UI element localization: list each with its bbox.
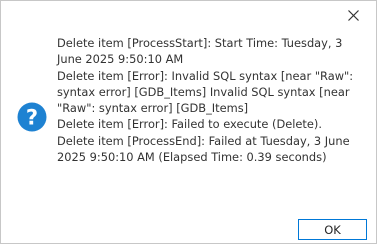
message-line: Delete item [Error]: Failed to execute (…: [57, 117, 322, 132]
close-button[interactable]: [342, 4, 364, 26]
close-icon: [347, 9, 359, 21]
message-line: Delete item [Error]: Invalid SQL syntax …: [57, 68, 354, 116]
message-line: Delete item [ProcessEnd]: Failed at Tues…: [57, 133, 350, 165]
question-icon: ?: [17, 102, 47, 132]
message-text: Delete item [ProcessStart]: Start Time: …: [57, 35, 357, 165]
message-dialog: ? Delete item [ProcessStart]: Start Time…: [0, 0, 377, 244]
svg-text:?: ?: [26, 106, 38, 130]
message-line: Delete item [ProcessStart]: Start Time: …: [57, 36, 343, 67]
ok-button[interactable]: OK: [298, 219, 367, 240]
